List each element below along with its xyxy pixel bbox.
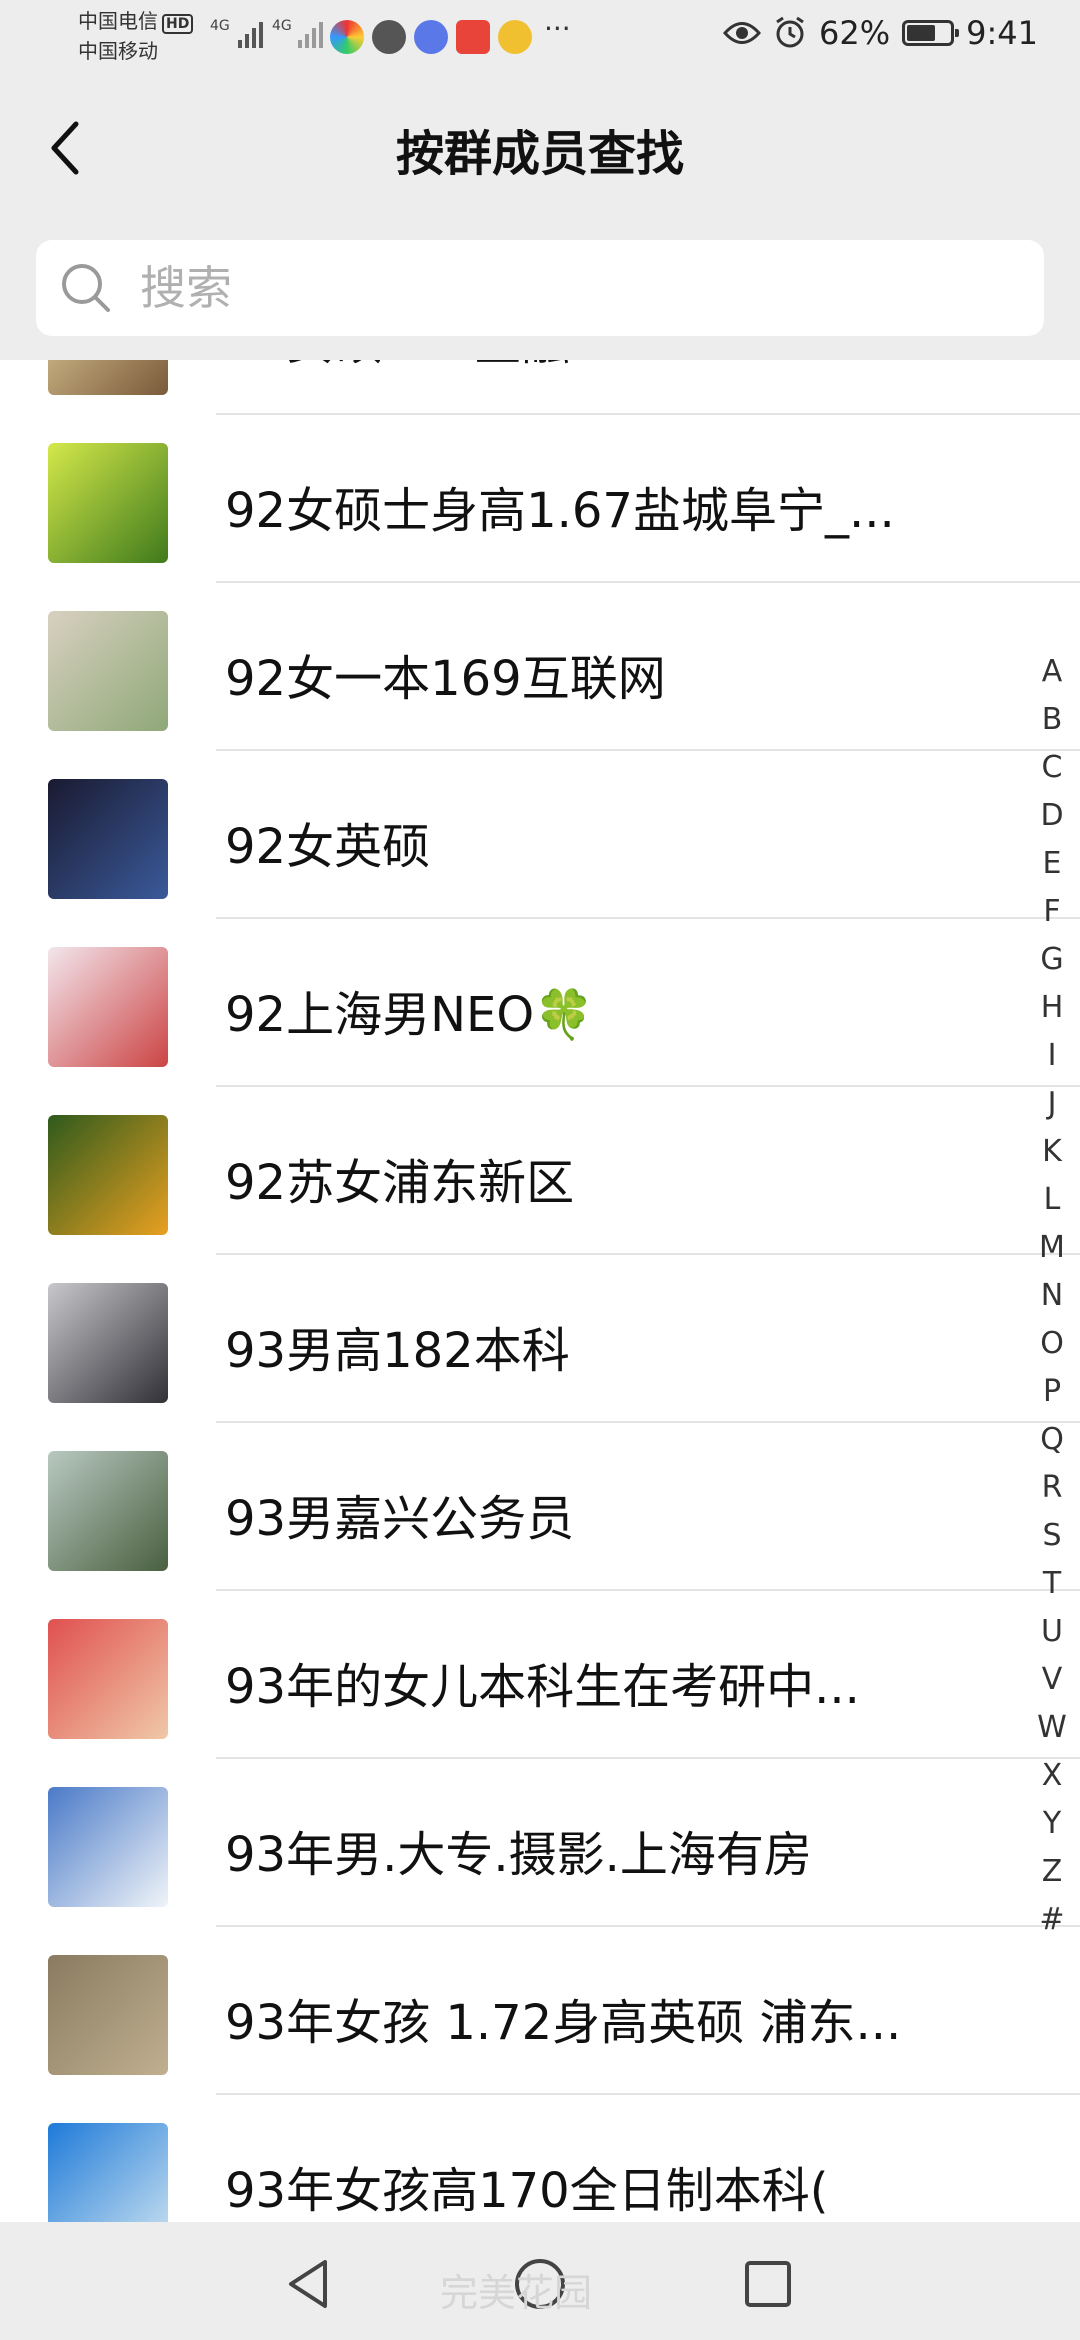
member-name: 93年女孩 1.72身高英硕 浦东... [225,1995,902,2051]
index-letter[interactable]: J [1032,1080,1072,1128]
page-title: 按群成员查找 [395,126,684,182]
nav-recents-button[interactable] [728,2244,808,2324]
index-letter[interactable]: R [1032,1464,1072,1512]
more-notifications: ··· [544,12,571,45]
watermark: 完美花园 [440,2271,593,2315]
carrier-2: 中国移动 [78,39,158,63]
avatar [48,443,168,563]
avatar [48,611,168,731]
index-letter[interactable]: P [1032,1368,1072,1416]
alarm-icon [776,16,804,48]
member-name: 93年女孩高170全日制本科( [225,2163,829,2219]
avatar [48,1115,168,1235]
index-letter[interactable]: Z [1032,1848,1072,1896]
weibo-app-icon [498,20,532,54]
list-item[interactable]: 93年的女儿本科生在考研中... [0,1591,1080,1759]
index-letter[interactable]: Y [1032,1800,1072,1848]
member-name: 92女硕162金融 [225,360,570,373]
search-icon [62,264,110,312]
list-item[interactable]: 92女硕162金融 [0,360,1080,415]
member-name: 92苏女浦东新区 [225,1155,575,1211]
signal-4g-2: 4G [272,18,292,34]
search-box[interactable] [36,240,1044,336]
signal-4g-1: 4G [210,18,230,34]
avatar [48,1283,168,1403]
clock: 9:41 [966,14,1038,52]
index-letter[interactable]: B [1032,696,1072,744]
index-letter[interactable]: V [1032,1656,1072,1704]
search-area [0,216,1080,360]
hd-badge: HD [162,14,194,34]
index-letter[interactable]: C [1032,744,1072,792]
avatar [48,2123,168,2222]
eye-icon [723,22,762,44]
avatar [48,1619,168,1739]
member-name: 93年男.大专.摄影.上海有房 [225,1827,812,1883]
battery-percent: 62% [819,14,891,52]
index-letter[interactable]: K [1032,1128,1072,1176]
index-letter[interactable]: D [1032,792,1072,840]
index-letter[interactable]: E [1032,840,1072,888]
member-name: 92女一本169互联网 [225,651,666,707]
index-letter[interactable]: X [1032,1752,1072,1800]
carrier-info: 中国电信 HD 中国移动 [78,6,194,66]
index-letter[interactable]: W [1032,1704,1072,1752]
search-input[interactable] [140,261,990,315]
member-name: 92女硕士身高1.67盐城阜宁_... [225,483,895,539]
member-name: 93年的女儿本科生在考研中... [225,1659,860,1715]
battery-icon [902,20,960,46]
nav-back-button[interactable] [268,2244,348,2324]
avatar [48,1451,168,1571]
header: 按群成员查找 [0,80,1080,216]
member-name: 93男嘉兴公务员 [225,1491,575,1547]
signal-bars-icon [298,22,323,48]
member-list[interactable]: 92女硕162金融 92女硕士身高1.67盐城阜宁_... 92女一本169互联网 9… [0,360,1080,2222]
square-recents-icon [745,2261,791,2307]
huawei-app-icon [456,20,490,54]
index-letter[interactable]: A [1032,648,1072,696]
index-letter[interactable]: O [1032,1320,1072,1368]
list-item[interactable]: 92女硕士身高1.67盐城阜宁_... [0,415,1080,583]
avatar [48,1787,168,1907]
index-letter[interactable]: U [1032,1608,1072,1656]
index-letter[interactable]: L [1032,1176,1072,1224]
list-item[interactable]: 92女一本169互联网 [0,583,1080,751]
avatar [48,360,168,395]
list-item[interactable]: 93男高182本科 [0,1255,1080,1423]
list-item[interactable]: 93年女孩 1.72身高英硕 浦东... [0,1927,1080,2095]
member-name: 92上海男NEO🍀 [225,987,594,1043]
member-name: 93男高182本科 [225,1323,570,1379]
navigation-bar: 完美花园 [0,2222,1080,2340]
index-letter[interactable]: G [1032,936,1072,984]
triangle-back-icon [289,2260,327,2308]
index-letter[interactable]: F [1032,888,1072,936]
list-item[interactable]: 93年男.大专.摄影.上海有房 [0,1759,1080,1927]
index-letter[interactable]: Q [1032,1416,1072,1464]
index-letter[interactable]: N [1032,1272,1072,1320]
list-item[interactable]: 93男嘉兴公务员 [0,1423,1080,1591]
list-item[interactable]: 92女英硕 [0,751,1080,919]
index-letter[interactable]: S [1032,1512,1072,1560]
index-letter[interactable]: M [1032,1224,1072,1272]
list-item[interactable]: 92上海男NEO🍀 [0,919,1080,1087]
avatar [48,947,168,1067]
music-app-icon [414,20,448,54]
alphabet-index[interactable]: A B C D E F G H I J K L M N O P Q R S T U V W X Y Z # [1032,648,1072,1944]
carrier-1: 中国电信 [78,9,158,33]
index-letter[interactable]: # [1032,1896,1072,1944]
index-letter[interactable]: T [1032,1560,1072,1608]
list-item[interactable]: 93年女孩高170全日制本科( [0,2095,1080,2222]
member-name: 92女英硕 [225,819,431,875]
index-letter[interactable]: I [1032,1032,1072,1080]
camera-app-icon [372,20,406,54]
avatar [48,1955,168,2075]
avatar [48,779,168,899]
signal-bars-icon [238,22,263,48]
index-letter[interactable]: H [1032,984,1072,1032]
list-item[interactable]: 92苏女浦东新区 [0,1087,1080,1255]
app-notification-icon [330,20,364,54]
status-bar: 中国电信 HD 中国移动 4G 4G ··· 62% 9:41 [0,0,1080,80]
